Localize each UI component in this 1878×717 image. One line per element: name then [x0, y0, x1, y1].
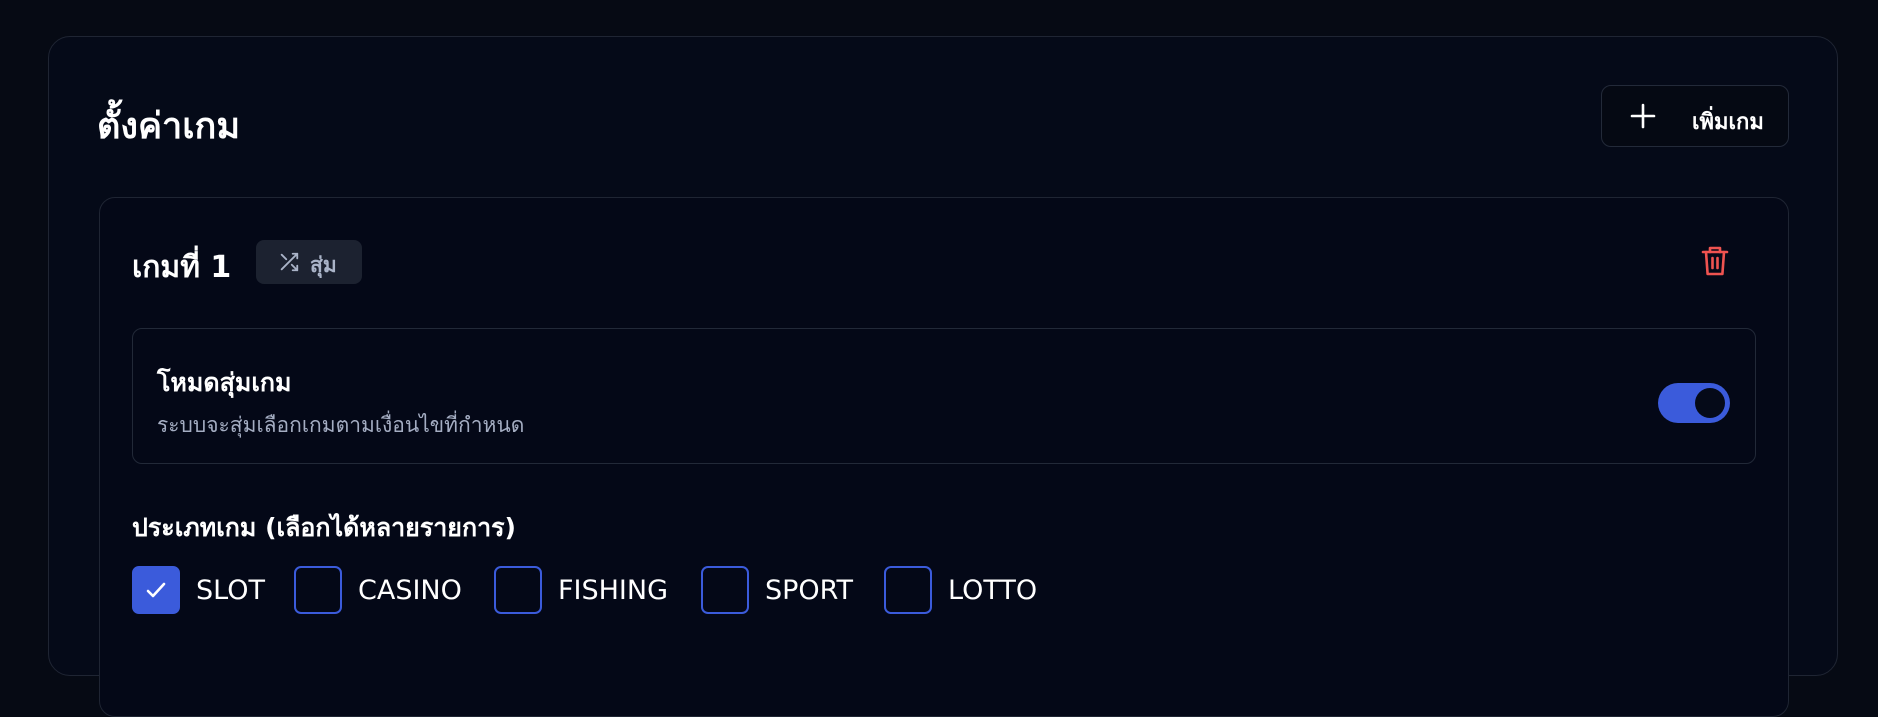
game-type-checkbox-lotto[interactable]	[884, 566, 932, 614]
add-game-button[interactable]: เพิ่มเกม	[1601, 85, 1789, 147]
game-type-option-slot[interactable]: SLOT	[132, 566, 265, 614]
trash-icon[interactable]	[1700, 244, 1730, 278]
random-mode-toggle[interactable]	[1658, 383, 1730, 423]
game-type-option-casino[interactable]: CASINO	[294, 566, 462, 614]
game-type-checkbox-sport[interactable]	[701, 566, 749, 614]
plus-icon	[1630, 103, 1656, 129]
game-type-label-casino: CASINO	[358, 574, 462, 606]
game-title: เกมที่ 1	[132, 250, 232, 285]
game-type-option-fishing[interactable]: FISHING	[494, 566, 668, 614]
game-type-option-lotto[interactable]: LOTTO	[884, 566, 1037, 614]
game-type-checkbox-slot[interactable]	[132, 566, 180, 614]
checkmark-icon	[146, 582, 166, 598]
random-badge-label: สุ่ม	[310, 253, 337, 277]
toggle-knob	[1695, 388, 1725, 418]
game-type-label-fishing: FISHING	[558, 574, 669, 606]
add-game-label: เพิ่มเกม	[1692, 110, 1764, 135]
game-type-checkbox-casino[interactable]	[294, 566, 342, 614]
game-type-label-slot: SLOT	[196, 574, 265, 606]
game-type-label-lotto: LOTTO	[948, 574, 1038, 606]
game-types-label: ประเภทเกม (เลือกได้หลายรายการ)	[132, 513, 516, 542]
random-badge: สุ่ม	[256, 240, 362, 284]
random-mode-description: ระบบจะสุ่มเลือกเกมตามเงื่อนไขที่กำหนด	[157, 413, 525, 437]
random-mode-setting: โหมดสุ่มเกม ระบบจะสุ่มเลือกเกมตามเงื่อนไ…	[132, 328, 1756, 464]
page-title: ตั้งค่าเกม	[97, 106, 241, 147]
game-card: เกมที่ 1 สุ่ม โหมดสุ่มเกม ระบบจะสุ่มเลือ…	[99, 197, 1789, 717]
shuffle-icon	[280, 252, 299, 272]
random-mode-title: โหมดสุ่มเกม	[157, 368, 292, 397]
game-settings-panel: ตั้งค่าเกม เพิ่มเกม เกมที่ 1 สุ่ม โหมดสุ…	[48, 36, 1838, 717]
game-type-checkbox-fishing[interactable]	[494, 566, 542, 614]
game-type-label-sport: SPORT	[765, 574, 853, 606]
game-type-option-sport[interactable]: SPORT	[701, 566, 853, 614]
